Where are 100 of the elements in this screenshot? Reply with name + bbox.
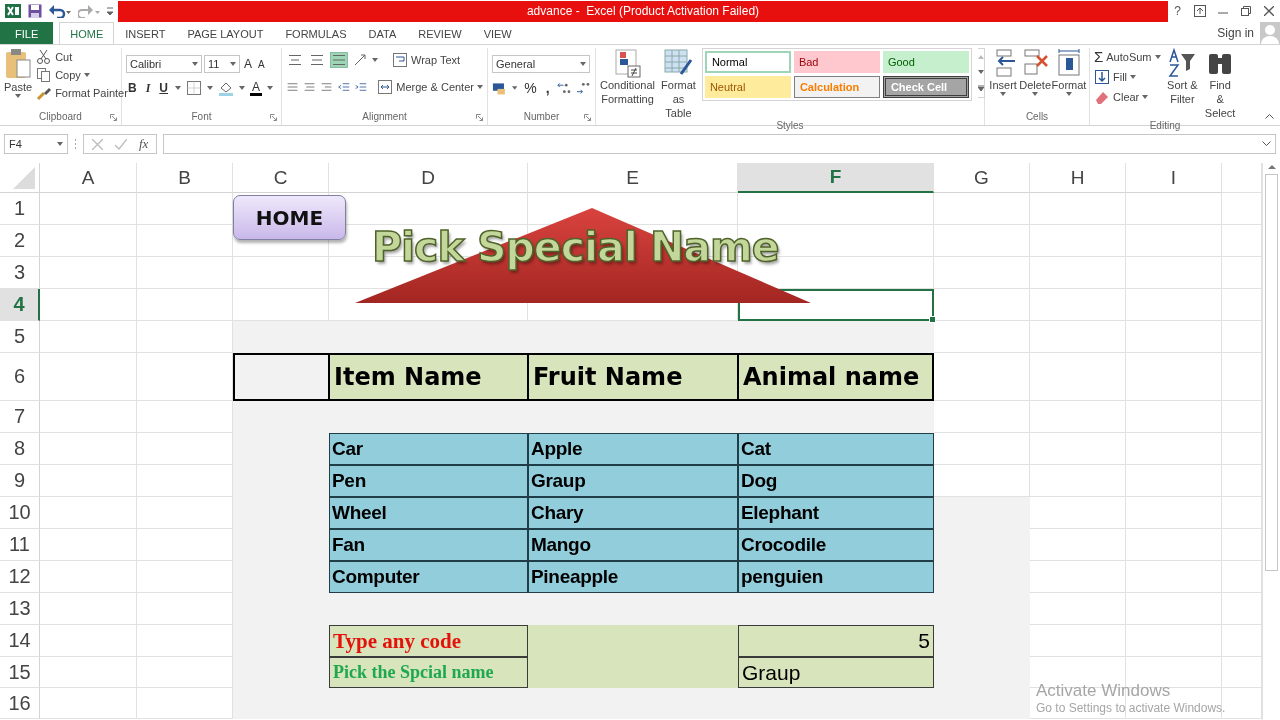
font-color-button[interactable]: A xyxy=(250,80,263,96)
ribbon-tab[interactable]: INSERT xyxy=(114,22,177,44)
row-header[interactable]: 4 xyxy=(0,289,40,321)
close-icon[interactable] xyxy=(1263,6,1274,16)
cell-style-option[interactable]: Neutral xyxy=(704,76,791,98)
ribbon-tab[interactable]: FILE xyxy=(0,22,54,44)
sort-filter-button[interactable]: Sort & Filter xyxy=(1166,48,1199,120)
scissors-icon xyxy=(36,49,53,65)
save-icon[interactable] xyxy=(28,4,42,18)
fill-button[interactable]: Fill xyxy=(1094,69,1161,85)
borders-icon[interactable] xyxy=(186,80,202,96)
dialog-launcher-icon[interactable] xyxy=(270,114,277,121)
prompt-label: Type any code xyxy=(329,625,528,657)
scroll-up-icon xyxy=(977,54,984,59)
format-as-table-button[interactable]: Format as Table xyxy=(661,48,696,120)
cells-button[interactable]: Insert xyxy=(989,48,1018,111)
caret-icon xyxy=(580,62,586,66)
clear-button[interactable]: Clear xyxy=(1094,89,1161,105)
column-heading: Fruit Name xyxy=(528,353,738,401)
increase-decimal-icon[interactable] xyxy=(556,80,572,96)
font-name-dropdown[interactable]: Calibri xyxy=(126,55,202,73)
caret-icon xyxy=(83,73,90,77)
underline-button[interactable]: U xyxy=(157,81,170,95)
copy-button[interactable]: Copy xyxy=(36,67,128,83)
name-box[interactable]: F4 xyxy=(4,134,68,154)
result-label: Pick the Spcial name xyxy=(329,657,528,688)
gallery-scrollbar[interactable] xyxy=(977,48,985,98)
dialog-launcher-icon[interactable] xyxy=(584,114,591,121)
cell-style-option[interactable]: Good xyxy=(882,51,969,73)
column-heading: Animal name xyxy=(738,353,934,401)
ribbon-tab[interactable]: REVIEW xyxy=(407,22,473,44)
dialog-launcher-icon[interactable] xyxy=(476,114,483,121)
ribbon-tab[interactable]: PAGE LAYOUT xyxy=(176,22,275,44)
home-button[interactable]: HOME xyxy=(233,195,346,240)
dialog-launcher-icon[interactable] xyxy=(110,114,117,121)
shrink-font-button[interactable]: A xyxy=(256,58,267,70)
column-header[interactable]: F xyxy=(738,163,934,193)
merge-center-button[interactable]: Merge & Center xyxy=(377,79,483,95)
caret-icon xyxy=(192,62,198,66)
find-select-button[interactable]: Find & Select xyxy=(1204,48,1236,120)
customize-icon[interactable] xyxy=(107,6,113,16)
merge-icon xyxy=(377,79,394,95)
table-cell: Crocodile xyxy=(738,529,934,561)
scroll-up-icon[interactable] xyxy=(1267,163,1276,171)
caret-icon xyxy=(267,86,274,90)
help-button[interactable]: ? xyxy=(1174,4,1181,18)
wrap-text-button[interactable]: Wrap Text xyxy=(392,52,461,68)
number-format-dropdown[interactable]: General xyxy=(492,55,590,73)
vertical-align-button[interactable] xyxy=(286,52,304,68)
formula-input[interactable] xyxy=(163,134,1276,154)
restore-icon[interactable] xyxy=(1241,6,1251,16)
table-cell: Pen xyxy=(329,465,528,497)
copy-icon xyxy=(36,67,53,83)
decrease-decimal-icon[interactable] xyxy=(576,80,591,96)
ribbon-tab[interactable]: FORMULAS xyxy=(274,22,358,44)
grow-font-button[interactable]: A xyxy=(242,57,254,71)
column-heading: Item Name xyxy=(329,353,528,401)
currency-icon[interactable] xyxy=(492,80,507,96)
expand-formula-icon[interactable] xyxy=(1262,141,1271,147)
sign-in-link[interactable]: Sign in xyxy=(1217,26,1254,40)
table-cell: Pineapple xyxy=(528,561,738,593)
table-cell: Computer xyxy=(329,561,528,593)
code-input-cell[interactable]: 5 xyxy=(738,625,934,657)
comma-button[interactable]: , xyxy=(543,80,552,96)
cell-style-option[interactable]: Bad xyxy=(793,51,880,73)
ribbon-tab[interactable]: VIEW xyxy=(472,22,523,44)
font-size-dropdown[interactable]: 11 xyxy=(204,55,240,73)
vertical-scrollbar[interactable] xyxy=(1262,163,1280,720)
group-label: Clipboard xyxy=(38,111,83,124)
fill-color-icon[interactable] xyxy=(218,80,234,96)
group-label: Number xyxy=(522,111,561,124)
format-painter-button[interactable]: Format Painter xyxy=(36,85,128,101)
orientation-icon[interactable] xyxy=(352,52,368,68)
ribbon-display-icon[interactable] xyxy=(1193,5,1206,17)
ribbon-tab[interactable]: DATA xyxy=(357,22,408,44)
conditional-formatting-button[interactable]: Conditional Formatting xyxy=(600,48,656,120)
cells-button[interactable]: Delete xyxy=(1019,48,1051,111)
percent-button[interactable]: % xyxy=(522,80,539,96)
cell-style-option[interactable]: Normal xyxy=(704,51,791,73)
collapse-ribbon-icon[interactable] xyxy=(1265,113,1274,119)
insert-function-button[interactable]: fx xyxy=(139,136,149,152)
result-cell: Graup xyxy=(738,657,934,688)
table-cell: Cat xyxy=(738,433,934,465)
caret-icon xyxy=(1066,92,1072,96)
vertical-align-button[interactable] xyxy=(330,52,348,68)
bold-button[interactable]: B xyxy=(126,81,139,95)
table-cell: Dog xyxy=(738,465,934,497)
align-lines-icon xyxy=(288,54,302,66)
caret-icon xyxy=(1154,54,1161,59)
undo-icon[interactable] xyxy=(49,4,71,18)
caret-icon xyxy=(372,58,378,62)
paste-button[interactable]: Paste xyxy=(4,48,33,111)
italic-button[interactable]: I xyxy=(143,80,153,96)
ribbon-tab[interactable]: HOME xyxy=(59,22,115,44)
expand-gallery-icon xyxy=(977,85,984,92)
vertical-align-button[interactable] xyxy=(308,52,326,68)
cells-button[interactable]: Format xyxy=(1053,48,1085,111)
autosum-button[interactable]: Σ AutoSum xyxy=(1094,48,1161,65)
cut-button[interactable]: Cut xyxy=(36,49,128,65)
redo-icon xyxy=(78,4,100,18)
